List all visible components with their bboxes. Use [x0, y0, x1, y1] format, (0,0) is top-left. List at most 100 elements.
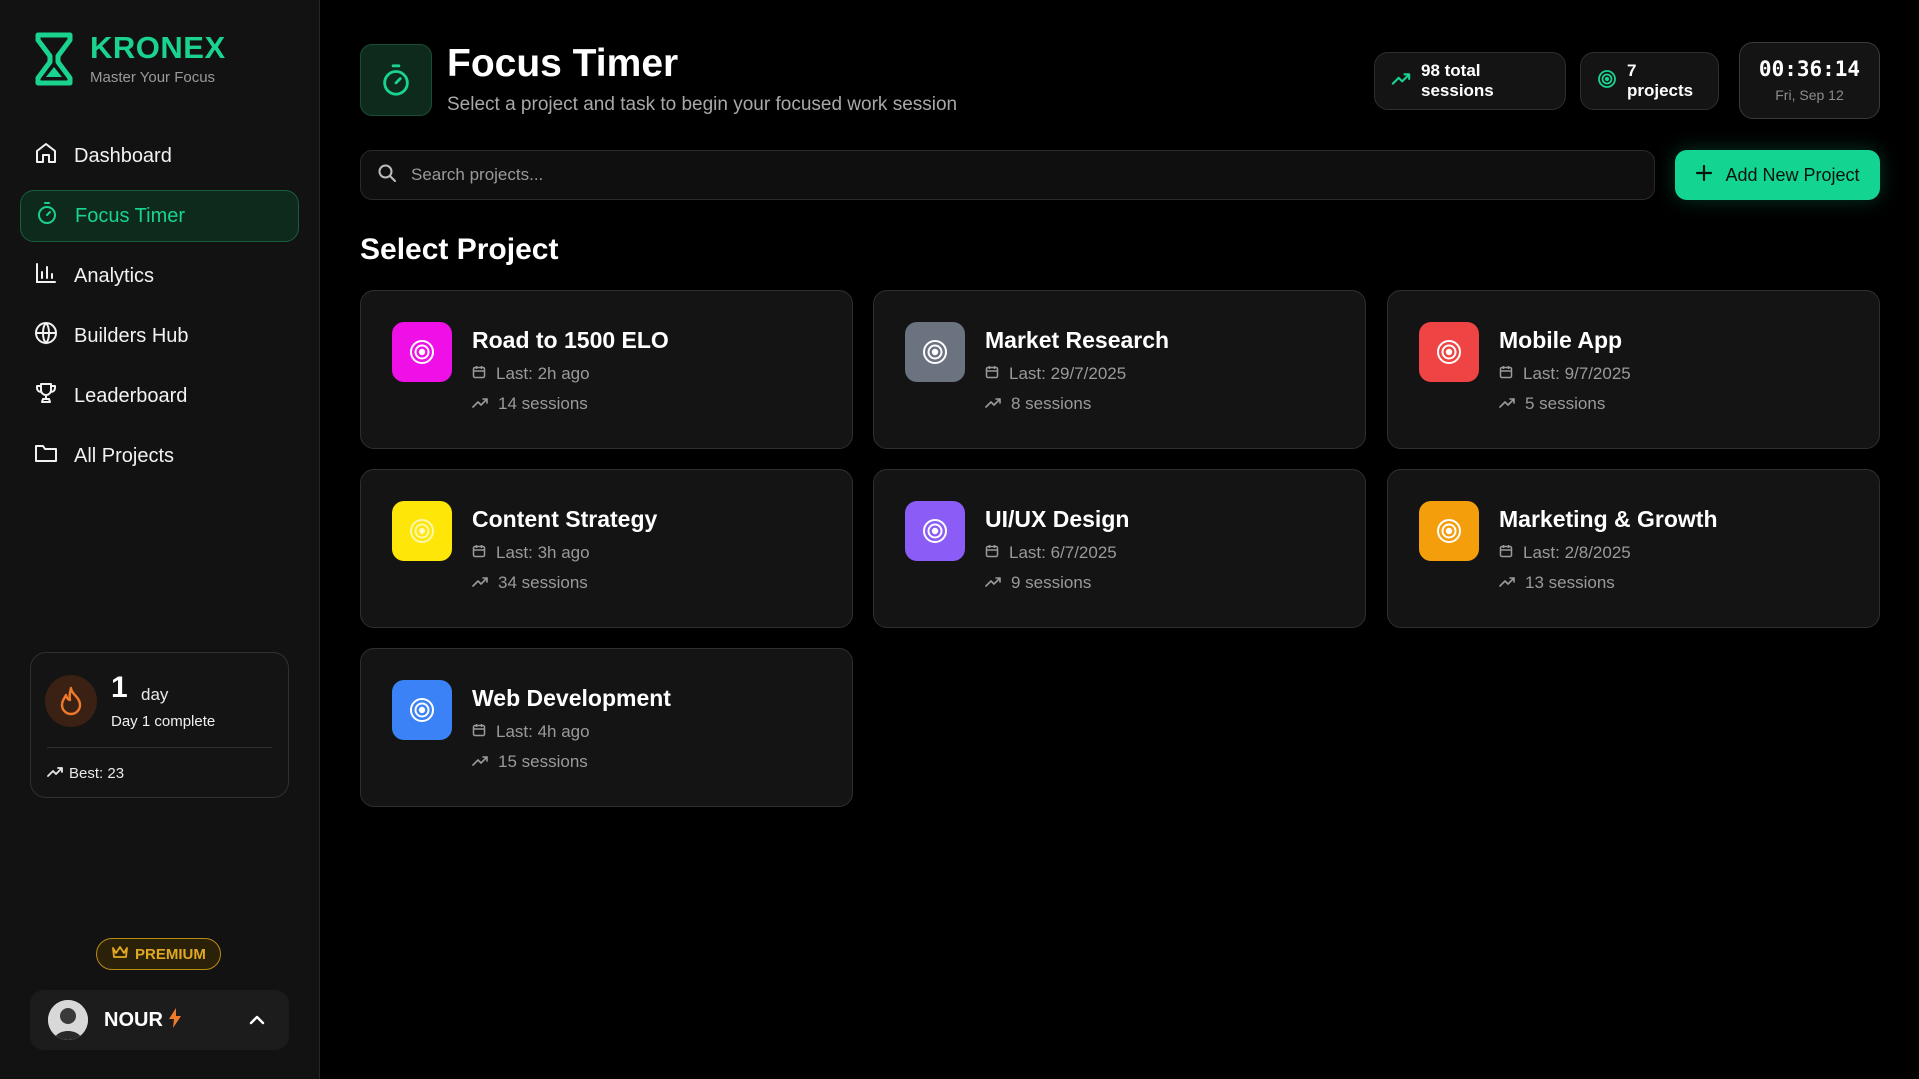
globe-icon	[34, 321, 58, 351]
project-sessions: 34 sessions	[472, 573, 588, 593]
trend-up-icon	[472, 394, 488, 414]
project-sessions-label: 34 sessions	[498, 573, 588, 592]
add-new-project-button[interactable]: Add New Project	[1675, 150, 1880, 200]
app-root: KRONEX Master Your Focus Dashboard Focus…	[0, 0, 1919, 1079]
streak-divider	[47, 747, 272, 748]
search-input[interactable]	[411, 165, 1611, 185]
project-last-label: Last: 2h ago	[496, 364, 590, 383]
target-icon	[905, 501, 965, 561]
project-name: Market Research	[985, 327, 1170, 353]
project-last-session: Last: 3h ago	[472, 543, 590, 563]
project-card[interactable]: Road to 1500 ELO Last: 2h ago 14 session…	[360, 290, 853, 449]
brand-name: KRONEX	[90, 30, 226, 65]
target-icon	[905, 322, 965, 382]
sidebar-item-focus-timer[interactable]: Focus Timer	[20, 190, 299, 242]
sidebar-item-all-projects[interactable]: All Projects	[20, 430, 299, 482]
project-card[interactable]: Market Research Last: 29/7/2025 8 sessio…	[873, 290, 1366, 449]
project-last-session: Last: 9/7/2025	[1499, 364, 1631, 384]
project-sessions: 15 sessions	[472, 752, 588, 772]
trophy-icon	[34, 381, 58, 411]
lightning-icon	[168, 1007, 181, 1033]
sidebar-item-label: Dashboard	[74, 144, 172, 167]
sidebar-item-leaderboard[interactable]: Leaderboard	[20, 370, 299, 422]
project-last-label: Last: 6/7/2025	[1009, 543, 1117, 562]
chevron-up-icon[interactable]	[247, 1010, 267, 1035]
target-icon	[1597, 69, 1617, 94]
project-last-label: Last: 29/7/2025	[1009, 364, 1127, 383]
project-last-session: Last: 29/7/2025	[985, 364, 1126, 384]
search-icon	[377, 163, 397, 188]
project-card[interactable]: Content Strategy Last: 3h ago 34 session…	[360, 469, 853, 628]
project-sessions-label: 14 sessions	[498, 394, 588, 413]
clock-widget: 00:36:14 Fri, Sep 12	[1739, 42, 1880, 119]
project-last-session: Last: 2/8/2025	[1499, 543, 1631, 563]
projects-count-label: 7 projects	[1627, 61, 1694, 100]
project-name: Web Development	[472, 685, 671, 711]
streak-count: 1	[111, 671, 128, 704]
trend-up-icon	[985, 394, 1001, 414]
add-new-project-label: Add New Project	[1725, 164, 1860, 185]
user-menu[interactable]: NOUR	[30, 990, 289, 1050]
calendar-icon	[1499, 543, 1513, 563]
trend-up-icon	[985, 573, 1001, 593]
project-sessions-label: 9 sessions	[1011, 573, 1092, 592]
project-name: UI/UX Design	[985, 506, 1130, 532]
sidebar-item-label: All Projects	[74, 444, 175, 467]
sidebar-item-dashboard[interactable]: Dashboard	[20, 130, 299, 182]
sidebar-item-builders-hub[interactable]: Builders Hub	[20, 310, 299, 362]
timer-icon	[35, 201, 59, 231]
brand-text: KRONEX Master Your Focus	[90, 32, 226, 86]
project-last-session: Last: 2h ago	[472, 364, 590, 384]
timer-icon	[360, 44, 432, 116]
project-name: Road to 1500 ELO	[472, 327, 669, 353]
premium-badge[interactable]: PREMIUM	[96, 938, 221, 970]
streak-unit: day	[141, 685, 169, 704]
trend-up-icon	[47, 765, 63, 782]
flame-icon	[45, 675, 97, 727]
avatar	[48, 1000, 88, 1040]
sidebar-item-label: Builders Hub	[74, 324, 189, 347]
project-card[interactable]: Web Development Last: 4h ago 15 sessions	[360, 648, 853, 807]
projects-count-badge: 7 projects	[1580, 52, 1719, 110]
calendar-icon	[985, 543, 999, 563]
target-icon	[392, 501, 452, 561]
calendar-icon	[1499, 364, 1513, 384]
target-icon	[392, 680, 452, 740]
brand[interactable]: KRONEX Master Your Focus	[34, 32, 226, 86]
project-last-session: Last: 4h ago	[472, 722, 590, 742]
project-card[interactable]: Marketing & Growth Last: 2/8/2025 13 ses…	[1387, 469, 1880, 628]
calendar-icon	[472, 722, 486, 742]
sidebar-nav: Dashboard Focus Timer Analytics Builders…	[20, 130, 299, 490]
clock-time: 00:36:14	[1758, 57, 1861, 81]
trend-up-icon	[472, 752, 488, 772]
project-name: Content Strategy	[472, 506, 658, 532]
sidebar-item-label: Focus Timer	[75, 204, 186, 227]
project-last-session: Last: 6/7/2025	[985, 543, 1117, 563]
hourglass-logo-icon	[34, 32, 74, 86]
search-bar[interactable]	[360, 150, 1655, 200]
project-last-label: Last: 2/8/2025	[1523, 543, 1631, 562]
trend-up-icon	[1391, 71, 1411, 91]
project-sessions-label: 8 sessions	[1011, 394, 1092, 413]
project-last-label: Last: 3h ago	[496, 543, 590, 562]
brand-tagline: Master Your Focus	[90, 69, 216, 86]
clock-date: Fri, Sep 12	[1775, 87, 1844, 103]
project-sessions: 5 sessions	[1499, 394, 1605, 414]
sidebar-item-analytics[interactable]: Analytics	[20, 250, 299, 302]
project-sessions-label: 15 sessions	[498, 752, 588, 771]
total-sessions-label: 98 total sessions	[1421, 61, 1494, 100]
project-last-label: Last: 9/7/2025	[1523, 364, 1631, 383]
project-sessions-label: 5 sessions	[1525, 394, 1606, 413]
calendar-icon	[985, 364, 999, 384]
streak-best-label: Best: 23	[69, 765, 125, 782]
project-sessions: 13 sessions	[1499, 573, 1615, 593]
calendar-icon	[472, 364, 486, 384]
project-card[interactable]: UI/UX Design Last: 6/7/2025 9 sessions	[873, 469, 1366, 628]
premium-label: PREMIUM	[135, 945, 206, 963]
project-sessions: 9 sessions	[985, 573, 1091, 593]
crown-icon	[111, 944, 129, 964]
streak-card: 1 day Day 1 complete Best: 23	[30, 652, 289, 798]
target-icon	[1419, 501, 1479, 561]
project-card[interactable]: Mobile App Last: 9/7/2025 5 sessions	[1387, 290, 1880, 449]
trend-up-icon	[1499, 573, 1515, 593]
